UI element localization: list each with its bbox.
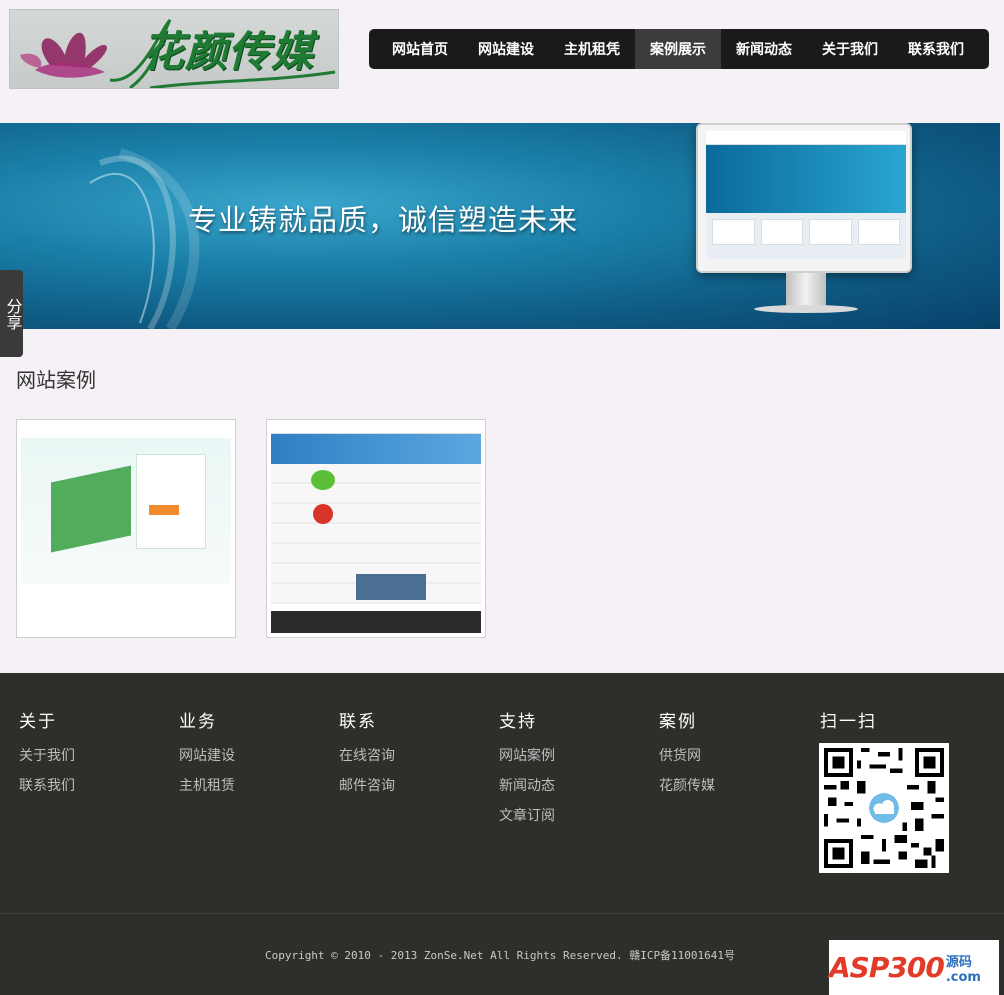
footer-divider	[0, 913, 1004, 914]
nav-contact[interactable]: 联系我们	[893, 29, 979, 69]
footer-link-website-cases[interactable]: 网站案例	[499, 747, 555, 777]
main-nav: 网站首页 网站建设 主机租凭 案例展示 新闻动态 关于我们 联系我们	[369, 29, 989, 69]
footer-col-title: 联系	[339, 712, 377, 732]
footer-link-hosting[interactable]: 主机租赁	[179, 777, 235, 807]
footer-link-huayan[interactable]: 花颜传媒	[659, 777, 715, 807]
footer-link-supply[interactable]: 供货网	[659, 747, 715, 777]
case-card-1[interactable]	[16, 419, 236, 638]
banner-slogan: 专业铸就品质，诚信塑造未来	[188, 203, 579, 237]
watermark-logo: ASP300 源码 .com	[829, 940, 999, 995]
qr-title: 扫一扫	[820, 712, 877, 732]
case-thumbnail-2	[271, 424, 481, 633]
footer-link-online-consult[interactable]: 在线咨询	[339, 747, 395, 777]
footer-link-news[interactable]: 新闻动态	[499, 777, 555, 807]
footer-link-website-build[interactable]: 网站建设	[179, 747, 235, 777]
nav-about[interactable]: 关于我们	[807, 29, 893, 69]
logo-text: 花颜传媒	[142, 27, 315, 76]
share-label: 分享	[3, 297, 23, 330]
footer-col-title: 支持	[499, 712, 537, 732]
site-logo[interactable]: 花颜传媒	[9, 9, 339, 89]
watermark-text: ASP300	[829, 951, 945, 984]
qr-code	[819, 743, 949, 873]
nav-cases[interactable]: 案例展示	[635, 29, 721, 69]
site-footer: 关于 关于我们 联系我们 业务 网站建设 主机租赁 联系 在线咨询 邮件咨询 支…	[0, 673, 1004, 995]
footer-link-contact-us[interactable]: 联系我们	[19, 777, 75, 807]
footer-link-subscribe[interactable]: 文章订阅	[499, 807, 555, 837]
monitor-illustration	[694, 123, 924, 329]
nav-website-build[interactable]: 网站建设	[463, 29, 549, 69]
footer-link-email-consult[interactable]: 邮件咨询	[339, 777, 395, 807]
site-header: 花颜传媒 网站首页 网站建设 主机租凭 案例展示 新闻动态 关于我们 联系我们	[0, 0, 1004, 123]
qr-code-icon	[824, 748, 944, 868]
case-thumbnail-1	[21, 424, 231, 633]
case-card-2[interactable]	[266, 419, 486, 638]
hero-banner: 专业铸就品质，诚信塑造未来	[0, 123, 1000, 329]
share-tab[interactable]: 分享	[0, 270, 23, 357]
footer-col-title: 业务	[179, 712, 217, 732]
nav-hosting[interactable]: 主机租凭	[549, 29, 635, 69]
footer-col-title: 关于	[19, 712, 57, 732]
footer-link-about-us[interactable]: 关于我们	[19, 747, 75, 777]
footer-col-title: 案例	[659, 712, 697, 732]
watermark-sub: 源码 .com	[945, 954, 981, 985]
page-title: 网站案例	[16, 368, 96, 392]
nav-home[interactable]: 网站首页	[377, 29, 463, 69]
nav-news[interactable]: 新闻动态	[721, 29, 807, 69]
